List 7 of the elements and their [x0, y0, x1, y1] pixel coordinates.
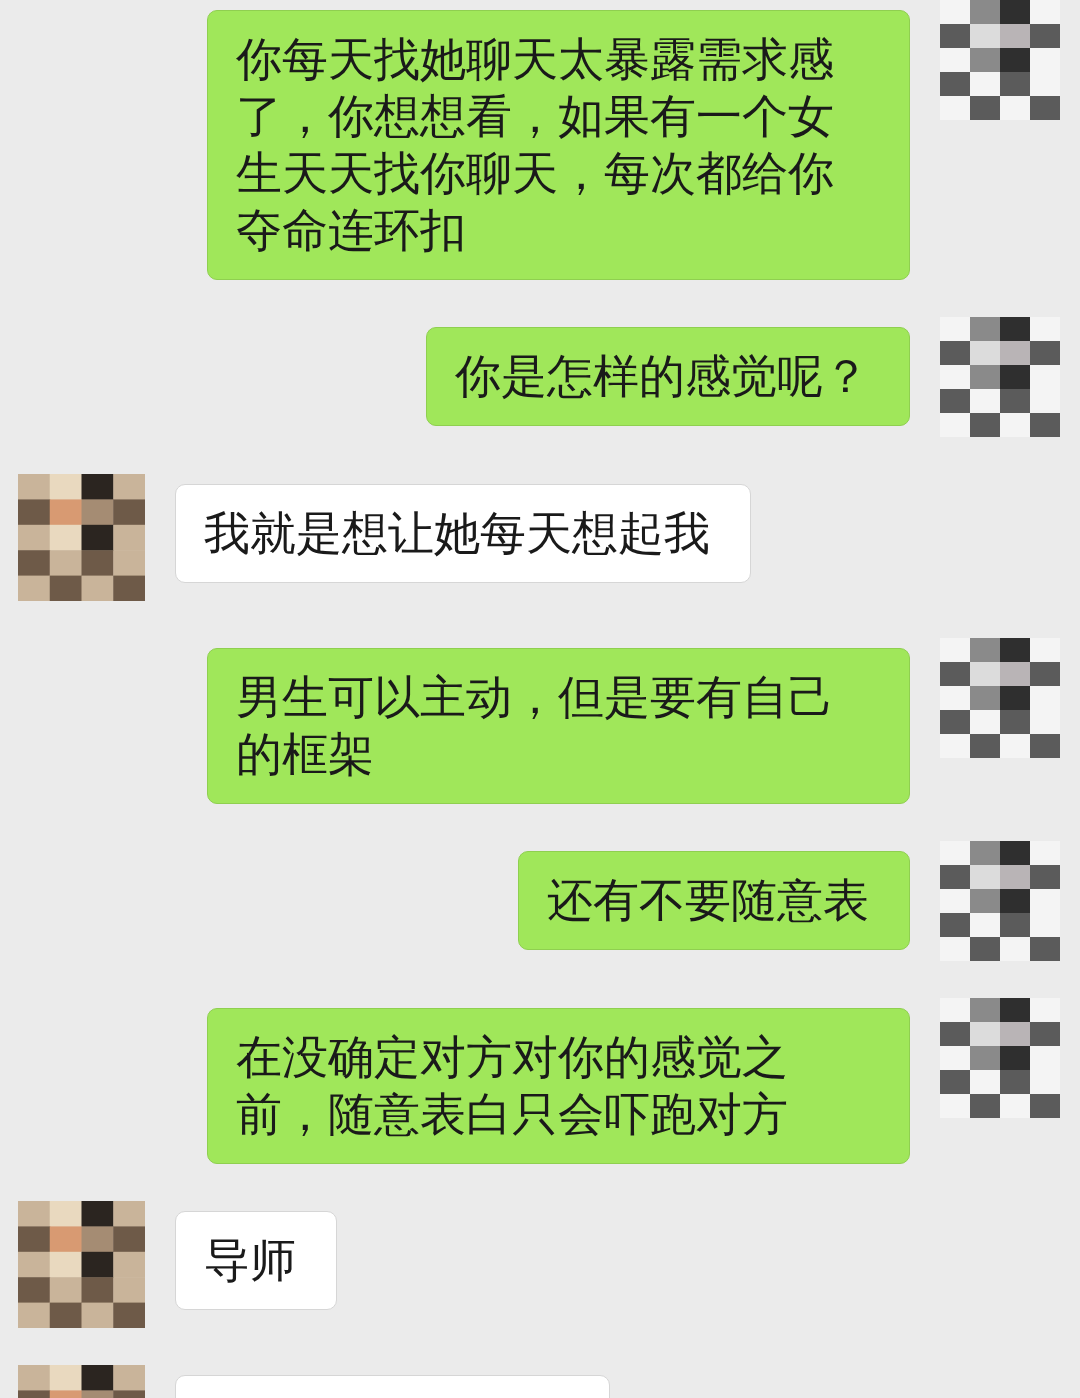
message-bubble: 在没确定对方对你的感觉之前，随意表白只会吓跑对方 [207, 1008, 910, 1164]
message-bubble: 我就是想让她每天想起我 [175, 484, 751, 583]
message-bubble: 还有不要随意表 [518, 851, 910, 950]
message-bubble: 你是怎样的感觉呢？ [426, 327, 910, 426]
message-bubble: 你每天找她聊天太暴露需求感了，你想想看，如果有一个女生天天找你聊天，每次都给你夺命连环扣 [207, 10, 910, 280]
message-bubble: 导师 [175, 1211, 337, 1310]
message-bubble: 男生可以主动，但是要有自己的框架 [207, 648, 910, 804]
